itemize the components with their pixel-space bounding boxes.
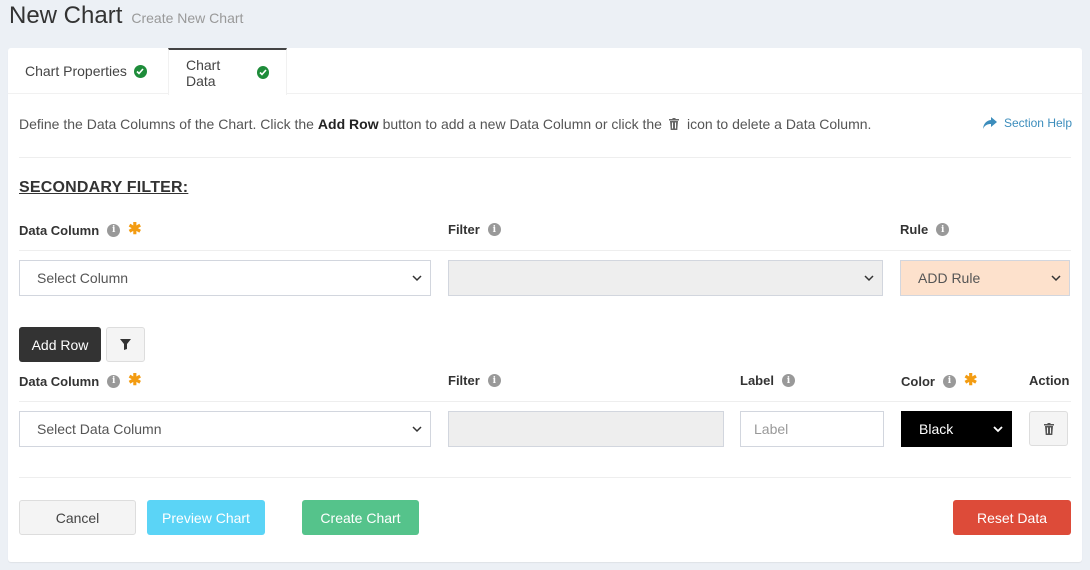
info-icon: i — [942, 374, 956, 388]
share-arrow-icon — [982, 117, 997, 129]
page-header: New Chart Create New Chart — [9, 2, 243, 36]
divider — [19, 250, 1071, 251]
preview-chart-button[interactable]: Preview Chart — [147, 500, 265, 535]
chevron-down-icon — [1051, 275, 1061, 282]
delete-row-button[interactable] — [1029, 411, 1068, 446]
divider — [19, 477, 1071, 478]
funnel-icon — [120, 339, 131, 350]
sf-rule-select[interactable]: ADD Rule — [900, 260, 1070, 296]
check-circle-icon — [133, 64, 147, 78]
sf-data-column-select[interactable]: Select Column — [19, 260, 431, 296]
dt-color-select[interactable]: Black — [901, 411, 1012, 447]
cancel-button[interactable]: Cancel — [19, 500, 136, 535]
required-asterisk-icon: ✱ — [128, 221, 142, 238]
page-subtitle: Create New Chart — [131, 10, 244, 26]
trash-icon — [1043, 422, 1054, 435]
section-help-link[interactable]: Section Help — [982, 116, 1072, 130]
info-icon: i — [936, 223, 950, 236]
add-row-button[interactable]: Add Row — [19, 327, 101, 362]
page-title: New Chart — [9, 2, 123, 29]
tab-bar: Chart Properties Chart Data — [8, 48, 1082, 95]
check-circle-icon — [256, 66, 269, 79]
chevron-down-icon — [412, 426, 422, 433]
info-icon: i — [781, 374, 795, 387]
sf-filter-label: Filter i — [448, 222, 501, 237]
info-icon: i — [487, 223, 501, 236]
trash-icon — [668, 118, 679, 130]
sf-rule-label: Rule i — [900, 222, 950, 237]
sf-filter-select[interactable] — [448, 260, 883, 296]
dt-label-input[interactable]: Label — [740, 411, 884, 447]
instructions-bold: Add Row — [317, 116, 379, 132]
sf-data-column-label: Data Column i ✱ — [19, 221, 142, 238]
dt-action-header: Action — [1029, 373, 1070, 388]
dt-filter-header: Filter i — [448, 373, 501, 388]
dt-data-column-select[interactable]: Select Data Column — [19, 411, 431, 447]
instructions-text-1: Define the Data Columns of the Chart. Cl… — [19, 116, 314, 132]
required-asterisk-icon: ✱ — [963, 372, 978, 389]
create-chart-button[interactable]: Create Chart — [302, 500, 419, 535]
reset-data-button[interactable]: Reset Data — [953, 500, 1071, 535]
chart-card: Chart Properties Chart Data Define the D… — [8, 48, 1082, 562]
required-asterisk-icon: ✱ — [128, 372, 142, 389]
dt-data-column-header: Data Column i ✱ — [19, 372, 142, 389]
info-icon: i — [487, 374, 501, 387]
dt-label-header: Label i — [740, 373, 795, 388]
tab-label: Chart Data — [186, 56, 221, 89]
chevron-down-icon — [412, 275, 422, 282]
instructions-text-3: icon to delete a Data Column. — [686, 116, 872, 132]
chevron-down-icon — [864, 275, 874, 282]
instructions: Define the Data Columns of the Chart. Cl… — [19, 116, 871, 132]
info-icon: i — [107, 374, 121, 388]
dt-filter-input[interactable] — [448, 411, 724, 447]
dt-color-header: Color i ✱ — [901, 372, 978, 389]
tab-chart-properties[interactable]: Chart Properties — [8, 48, 168, 94]
info-icon: i — [107, 223, 121, 237]
tab-chart-data[interactable]: Chart Data — [168, 48, 287, 95]
tab-label: Chart Properties — [25, 63, 127, 79]
filter-button[interactable] — [106, 327, 145, 362]
chevron-down-icon — [993, 426, 1003, 433]
secondary-filter-title: SECONDARY FILTER: — [19, 179, 189, 196]
divider — [19, 157, 1071, 158]
divider — [19, 401, 1071, 402]
instructions-text-2: button to add a new Data Column or click… — [382, 116, 662, 132]
